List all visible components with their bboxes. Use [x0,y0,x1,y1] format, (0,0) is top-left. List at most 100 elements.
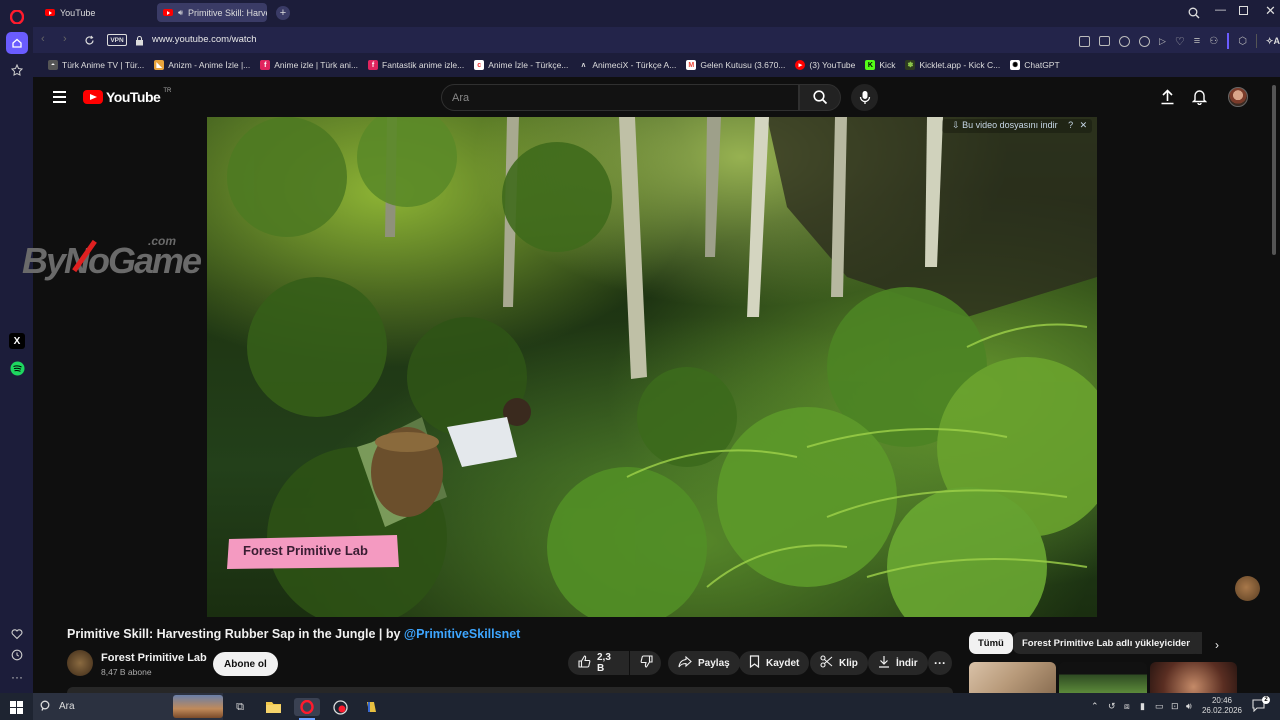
video-frame-jungle-scene [207,117,1097,617]
chip-uploader[interactable]: Forest Primitive Lab adlı yükleyiciden [1013,632,1202,654]
shield-icon[interactable] [1119,35,1130,47]
pinboard-icon[interactable] [6,59,28,81]
opera-logo-icon[interactable] [6,6,28,28]
tab-youtube[interactable]: YouTube [39,3,155,22]
bookmark-item[interactable]: ▸ (3) YouTube [790,60,860,70]
file-explorer-icon[interactable] [264,698,282,716]
bookmark-item[interactable]: ✽ Kicklet.app - Kick C... [900,60,1005,70]
reload-icon[interactable] [84,33,95,51]
menu-lines-icon[interactable]: ≡ [1194,35,1200,47]
like-button[interactable]: 2,3 B [568,651,629,675]
bookmark-item[interactable]: ◓ Türk Anime TV | Tür... [43,60,149,70]
save-button[interactable]: Kaydet [739,651,810,675]
search-icon [40,699,52,717]
favorites-heart-icon[interactable] [6,623,28,645]
close-window-icon[interactable]: ✕ [1265,3,1276,19]
close-overlay-icon[interactable]: ✕ [1080,120,1088,130]
dislike-button[interactable] [630,651,661,675]
c-icon: c [474,60,485,70]
maximize-icon[interactable] [1239,6,1248,15]
app-taskbar-icon[interactable] [362,698,380,716]
camera-icon[interactable] [1099,36,1110,46]
new-tab-plus-icon[interactable]: + [276,6,290,20]
share-button[interactable]: Paylaş [668,651,740,675]
bookmark-item[interactable]: ✺ ChatGPT [1005,60,1064,70]
notifications-bell-icon[interactable] [1191,89,1208,110]
opera-taskbar-icon[interactable] [294,698,320,716]
download-circle-icon[interactable] [1139,35,1150,47]
tray-volume-icon[interactable]: 🔊︎ [1186,701,1192,712]
f-icon: f [260,60,271,70]
video-info-section: Primitive Skill: Harvesting Rubber Sap i… [33,617,1280,693]
recommended-thumbnail[interactable] [969,662,1056,693]
heart-icon[interactable]: ♡ [1175,35,1185,48]
edit-icon[interactable] [1079,35,1090,47]
help-icon[interactable]: ? [1068,120,1073,130]
minimize-icon[interactable]: — [1215,4,1226,16]
download-button[interactable]: İndir [868,651,928,675]
tray-app-icon[interactable]: ⧈ [1124,701,1130,712]
clock[interactable]: 20:46 26.02.2026 [1201,696,1243,716]
bookmark-item[interactable]: M Gelen Kutusu (3.670... [681,60,790,70]
aria-ai-button[interactable]: ✧AI [1266,36,1280,47]
sidebar-more-icon[interactable]: ··· [6,666,28,688]
avatar[interactable] [1228,87,1248,107]
tab-primitive-skill[interactable]: 🔊︎ Primitive Skill: Harvest [157,3,267,22]
page-scrollbar[interactable] [1272,85,1276,255]
recommended-thumbnail[interactable] [1150,662,1237,693]
user-profile-icon[interactable]: ⚇ [1209,36,1218,47]
channel-avatar[interactable] [67,650,93,676]
search-button[interactable] [799,84,841,111]
tray-display-icon[interactable]: ▭ [1155,701,1164,712]
tab-title: Primitive Skill: Harvest [188,7,267,18]
hamburger-menu-icon[interactable] [53,91,66,103]
chip-partial[interactable] [1190,632,1202,654]
voice-search-button[interactable] [851,84,878,111]
channel-name[interactable]: Forest Primitive Lab [101,652,207,664]
recommended-thumbnail[interactable] [1059,662,1147,693]
extensions-cube-icon[interactable]: ⬡ [1238,36,1247,47]
bookmark-item[interactable]: f Fantastik anime izle... [363,60,469,70]
bookmark-item[interactable]: ʌ AnimeciX - Türkçe A... [573,60,681,70]
youtube-favicon-icon [45,9,55,16]
download-video-overlay[interactable]: ⇩ Bu video dosyasını indir ? ✕ [952,120,1087,131]
chatgpt-icon: ✺ [1010,60,1021,70]
search-input[interactable]: Ara [441,84,799,111]
chevron-right-icon[interactable]: › [1215,638,1219,652]
video-player[interactable]: ⇩ Bu video dosyasını indir ? ✕ Forest Pr… [207,117,1097,617]
chip-all[interactable]: Tümü [969,632,1013,654]
tray-bluetooth-icon[interactable]: ↺ [1108,701,1116,712]
task-view-icon[interactable]: ⧉ [231,698,249,716]
x-twitter-icon[interactable]: X [6,330,28,352]
history-clock-icon[interactable] [6,644,28,666]
subscribe-button[interactable]: Abone ol [213,652,278,676]
bookmark-item[interactable]: K Kick [860,60,900,70]
windows-start-icon[interactable] [7,698,25,716]
lock-icon[interactable] [135,33,144,51]
more-actions-icon[interactable]: ··· [928,651,952,675]
bookmark-item[interactable]: c Anime İzle - Türkçe... [469,60,573,70]
spotify-icon[interactable] [6,357,28,379]
url-text[interactable]: www.youtube.com/watch [152,34,257,45]
bookmark-item[interactable]: ◣ Anizm - Anime İzle |... [149,60,255,70]
taskbar-search-box[interactable]: Ara [33,693,223,720]
tray-chevron-up-icon[interactable]: ⌃ [1091,701,1099,712]
back-arrow-icon[interactable]: ‹ [41,33,45,45]
forward-arrow-icon[interactable]: › [63,33,67,45]
clip-button[interactable]: Klip [810,651,868,675]
scissors-icon [820,655,833,671]
upload-icon[interactable] [1160,89,1175,110]
vpn-badge[interactable]: VPN [107,34,127,46]
speaker-icon[interactable]: 🔊︎ [178,8,183,18]
tray-microphone-icon[interactable]: ▮ [1140,701,1145,712]
youtube-logo[interactable]: YouTube TR [83,88,171,105]
play-icon[interactable]: ▷ [1159,36,1166,47]
bookmark-item[interactable]: f Anime izle | Türk ani... [255,60,363,70]
opera-gx-taskbar-icon[interactable] [331,698,349,716]
tray-network-icon[interactable]: ⊡ [1171,701,1179,712]
home-icon[interactable] [6,32,28,54]
floating-avatar-icon[interactable] [1235,576,1260,601]
channel-handle-link[interactable]: @PrimitiveSkillsnet [404,627,520,641]
divider [1255,34,1257,48]
tab-search-icon[interactable] [1188,6,1200,24]
